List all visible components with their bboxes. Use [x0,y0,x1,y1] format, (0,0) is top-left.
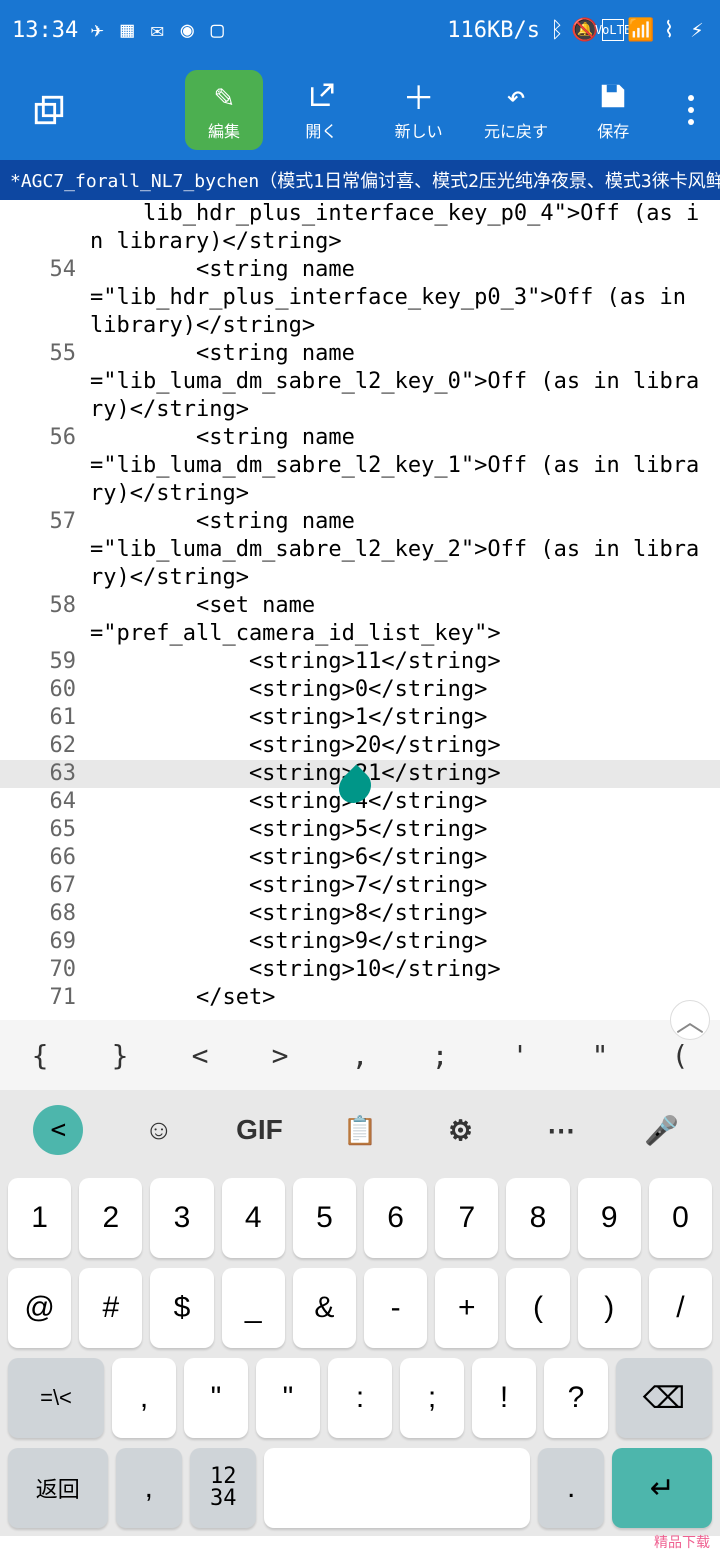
code-editor[interactable]: lib_hdr_plus_interface_key_p0_4">Off (as… [0,200,720,1020]
key[interactable]: . [538,1448,604,1528]
mute-icon: 🔕 [574,19,596,41]
sym-key[interactable]: " [560,1039,640,1072]
key[interactable]: " [184,1358,248,1438]
new-label: 新しい [395,118,443,142]
open-label: 開く [305,118,337,142]
key[interactable]: ↵ [612,1448,712,1528]
key[interactable]: 7 [435,1178,498,1258]
key[interactable]: + [435,1268,498,1348]
tab-title: *AGC7_forall_NL7_bychen（模式1日常偏讨喜、模式2压光纯净… [10,167,720,193]
app-icon-1: ▦ [116,19,138,41]
bluetooth-icon: ᛒ [546,19,568,41]
sym-key[interactable]: , [320,1039,400,1072]
open-icon [306,78,336,114]
key[interactable]: / [649,1268,712,1348]
sticker-icon[interactable]: ☺ [134,1114,184,1146]
sym-key[interactable]: ( [640,1039,720,1072]
keyboard-toolbar: < ☺ GIF 📋 ⚙ ⋯ 🎤 [0,1090,720,1170]
sym-key[interactable]: } [80,1039,160,1072]
key[interactable]: & [293,1268,356,1348]
clipboard-icon[interactable]: 📋 [335,1114,385,1147]
more-button[interactable] [672,95,710,125]
key[interactable]: ; [400,1358,464,1438]
key[interactable]: 返回 [8,1448,108,1528]
keyboard: 1234567890 @#$_&-+()/ =\<,"":;!?⌫ 返回,123… [0,1170,720,1536]
key[interactable]: ) [578,1268,641,1348]
back-chip[interactable]: < [33,1105,83,1155]
wifi-icon: ⌇ [658,19,680,41]
key[interactable]: 0 [649,1178,712,1258]
key[interactable]: , [112,1358,176,1438]
save-label: 保存 [597,118,629,142]
key[interactable]: # [79,1268,142,1348]
key[interactable]: ! [472,1358,536,1438]
key[interactable]: " [256,1358,320,1438]
settings-icon[interactable]: ⚙ [436,1114,486,1147]
key[interactable]: ( [506,1268,569,1348]
mic-icon[interactable]: 🎤 [637,1114,687,1147]
key[interactable]: 8 [506,1178,569,1258]
key[interactable]: 2 [79,1178,142,1258]
key[interactable] [264,1448,530,1528]
toolbar: ✎ 編集 開く ＋ 新しい ↶ 元に戻す 保存 [0,60,720,160]
key[interactable]: 6 [364,1178,427,1258]
key[interactable]: 5 [293,1178,356,1258]
status-time: 13:34 [12,18,78,43]
key[interactable]: ⌫ [616,1358,712,1438]
key[interactable]: 1 [8,1178,71,1258]
open-button[interactable]: 開く [283,70,360,150]
instagram-icon: ▢ [206,19,228,41]
save-icon [598,78,628,114]
key[interactable]: @ [8,1268,71,1348]
tabs-button[interactable] [10,70,87,150]
key[interactable]: $ [150,1268,213,1348]
sym-key[interactable]: ; [400,1039,480,1072]
key[interactable]: - [364,1268,427,1348]
edit-label: 編集 [208,118,240,142]
save-button[interactable]: 保存 [575,70,652,150]
net-speed: 116KB/s [447,18,540,43]
sym-key[interactable]: { [0,1039,80,1072]
signal-icon: 📶 [630,19,652,41]
watermark: 精品下载 [654,1532,710,1552]
mail-icon: ✉ [146,19,168,41]
sym-key[interactable]: ' [480,1039,560,1072]
sym-key[interactable]: < [160,1039,240,1072]
key[interactable]: =\< [8,1358,104,1438]
key[interactable]: 3 [150,1178,213,1258]
key[interactable]: 9 [578,1178,641,1258]
tabs-icon [32,92,66,128]
key[interactable]: 4 [222,1178,285,1258]
sym-key[interactable]: > [240,1039,320,1072]
battery-icon: ⚡ [686,19,708,41]
key[interactable]: _ [222,1268,285,1348]
volte-icon: VoLTE [602,19,624,41]
plus-icon: ＋ [403,78,435,114]
undo-button[interactable]: ↶ 元に戻す [477,70,554,150]
key[interactable]: 1234 [190,1448,256,1528]
line-icon: ◉ [176,19,198,41]
key[interactable]: , [116,1448,182,1528]
key[interactable]: : [328,1358,392,1438]
status-bar: 13:34 ✈ ▦ ✉ ◉ ▢ 116KB/s ᛒ 🔕 VoLTE 📶 ⌇ ⚡ [0,0,720,60]
gif-button[interactable]: GIF [234,1114,284,1146]
new-button[interactable]: ＋ 新しい [380,70,457,150]
collapse-icon[interactable]: ︿ [670,1000,710,1040]
symbol-row: {}<>,;'"(︿ [0,1020,720,1090]
undo-label: 元に戻す [484,118,548,142]
more-dots-icon[interactable]: ⋯ [536,1114,586,1147]
telegram-icon: ✈ [86,19,108,41]
key[interactable]: ? [544,1358,608,1438]
undo-icon: ↶ [506,78,525,114]
edit-button[interactable]: ✎ 編集 [185,70,262,150]
file-tab[interactable]: *AGC7_forall_NL7_bychen（模式1日常偏讨喜、模式2压光纯净… [0,160,720,200]
pencil-icon: ✎ [214,78,233,114]
